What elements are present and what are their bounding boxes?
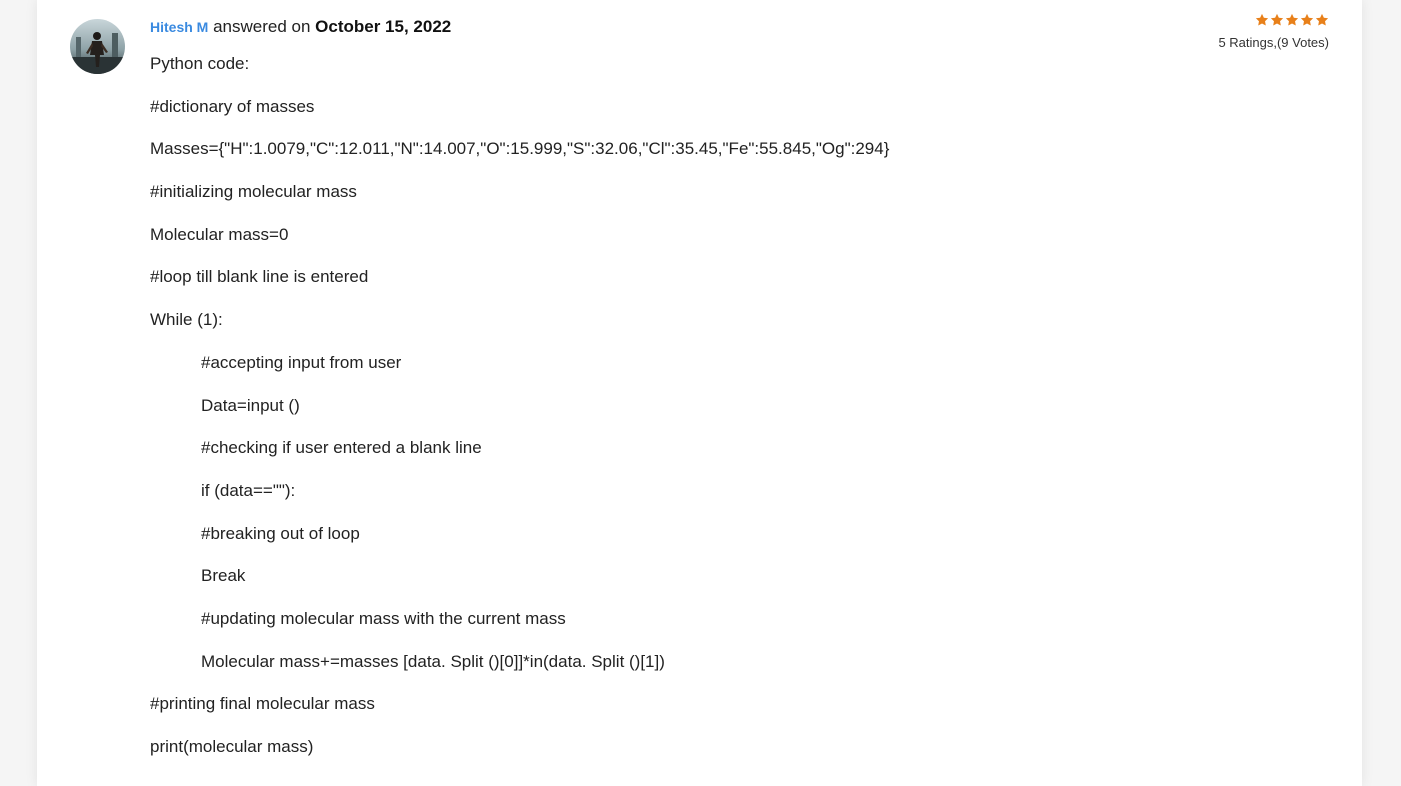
answer-line: Break (201, 566, 246, 586)
answer-date: October 15, 2022 (315, 17, 452, 36)
answer-line: #loop till blank line is entered (150, 267, 369, 287)
answer-body: Python code: #dictionary of masses Masses=… (150, 53, 1330, 779)
answer-line: Python code: (150, 54, 250, 73)
answer-line: Masses={"H":1.0079,"C":12.011,"N":14.007… (150, 139, 890, 159)
star-icon (1285, 13, 1299, 27)
avatar[interactable] (70, 19, 125, 74)
answered-label: answered on (213, 17, 311, 36)
answer-line: #checking if user entered a blank line (201, 438, 482, 458)
answer-line: Molecular mass+=masses [data. Split ()[0… (201, 651, 665, 671)
answer-line: Data=input () (201, 395, 300, 415)
rating: 5 Ratings,(9 Votes) (1218, 13, 1329, 50)
answer-line: #breaking out of loop (201, 523, 360, 543)
answer-line: #printing final molecular mass (150, 694, 375, 714)
answer-line: #updating molecular mass with the curren… (201, 608, 566, 628)
answer-meta: Hitesh M answered on October 15, 2022 (150, 17, 451, 37)
star-icon (1315, 13, 1329, 27)
star-icon (1270, 13, 1284, 27)
author-link[interactable]: Hitesh M (150, 19, 208, 35)
answer-line: #accepting input from user (201, 352, 402, 372)
star-icon (1255, 13, 1269, 27)
answer-line: if (data==""): (201, 480, 296, 500)
answer-card: Hitesh M answered on October 15, 2022 5 … (37, 0, 1362, 786)
star-rating[interactable] (1255, 13, 1329, 27)
answer-line: #initializing molecular mass (150, 182, 357, 202)
answer-line: print(molecular mass) (150, 737, 314, 756)
avatar-image (70, 19, 125, 74)
answer-line: #dictionary of masses (150, 96, 315, 116)
star-icon (1300, 13, 1314, 27)
answer-line: While (1): (150, 310, 223, 330)
rating-count: 5 Ratings,(9 Votes) (1218, 35, 1329, 50)
answer-line: Molecular mass=0 (150, 224, 289, 244)
